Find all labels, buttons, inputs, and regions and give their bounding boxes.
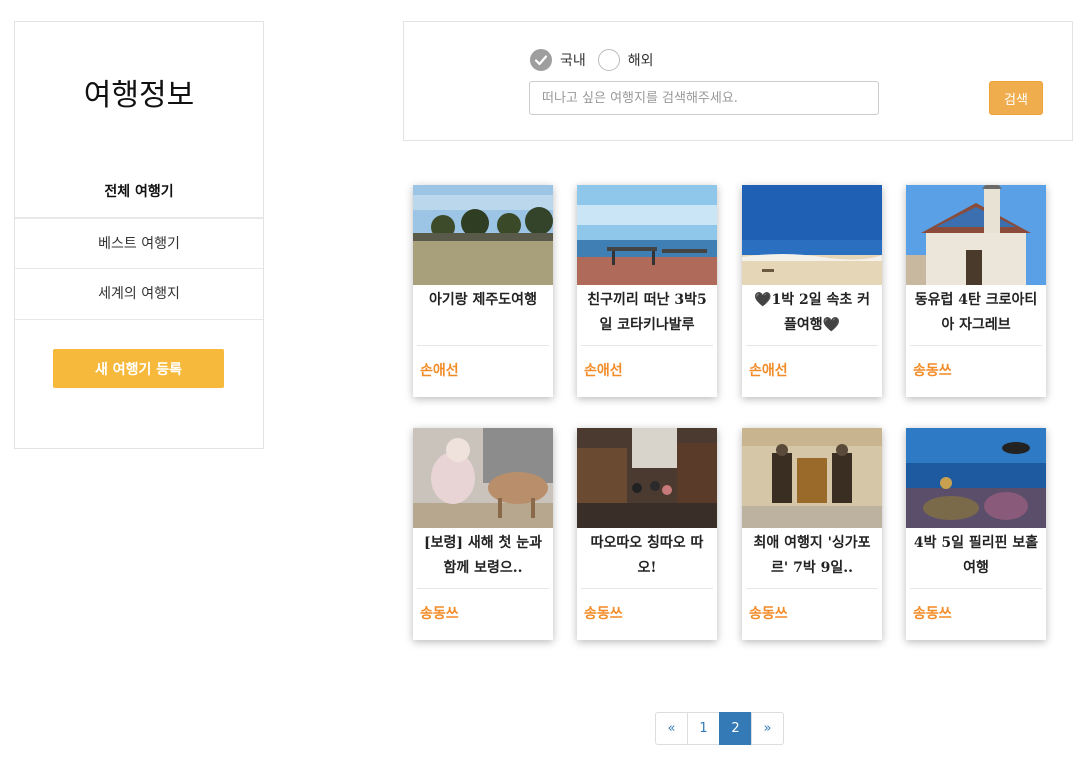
search-panel: 국내 해외 검색 — [403, 21, 1073, 141]
region-radio-group: 국내 해외 — [530, 49, 666, 71]
travelogue-card[interactable]: 동유럽 4탄 크로아티아 자그레브 송동쓰 — [906, 185, 1046, 397]
page-next-button[interactable]: » — [751, 712, 784, 745]
travelogue-card[interactable]: 따오따오 칭따오 따오! 송동쓰 — [577, 428, 717, 640]
card-title: 4박 5일 필리핀 보홀 여행 — [913, 535, 1039, 576]
travelogue-card[interactable]: 4박 5일 필리핀 보홀 여행 송동쓰 — [906, 428, 1046, 640]
card-author: 송동쓰 — [913, 606, 952, 622]
card-thumbnail-image — [577, 428, 717, 528]
card-thumbnail-image — [742, 185, 882, 285]
card-author: 송동쓰 — [420, 606, 459, 622]
card-author: 송동쓰 — [913, 363, 952, 379]
card-thumbnail-image — [413, 185, 553, 285]
travelogue-card[interactable]: 최애 여행지 '싱가포르' 7박 9일.. 송동쓰 — [742, 428, 882, 640]
card-title: 친구끼리 떠난 3박5일 코타키나발루 — [587, 292, 707, 333]
sidebar-nav: 전체 여행기 베스트 여행기 세계의 여행지 — [15, 167, 263, 320]
sidebar: 여행정보 전체 여행기 베스트 여행기 세계의 여행지 새 여행기 등록 — [14, 21, 264, 449]
page-prev-button[interactable]: « — [655, 712, 688, 745]
radio-overseas[interactable]: 해외 — [597, 49, 654, 71]
sidebar-title: 여행정보 — [83, 78, 195, 113]
radio-domestic[interactable]: 국내 — [530, 49, 586, 71]
radio-domestic-label: 국내 — [560, 53, 586, 69]
card-title: 최애 여행지 '싱가포르' 7박 9일.. — [753, 535, 871, 576]
card-author: 송동쓰 — [584, 606, 623, 622]
page-1-button[interactable]: 1 — [687, 712, 720, 745]
radio-empty-icon — [597, 49, 620, 71]
card-thumbnail-image — [742, 428, 882, 528]
page-2-button[interactable]: 2 — [719, 712, 752, 745]
travelogue-card[interactable]: [보령] 새해 첫 눈과 함께 보령으.. 송동쓰 — [413, 428, 553, 640]
card-title: [보령] 새해 첫 눈과 함께 보령으.. — [423, 535, 543, 576]
check-icon — [530, 49, 552, 71]
card-author: 손애선 — [420, 363, 459, 379]
nav-item-all-travelogues[interactable]: 전체 여행기 — [15, 167, 263, 218]
card-title: 따오따오 칭따오 따오! — [590, 535, 704, 576]
card-title: 아기랑 제주도여행 — [429, 292, 537, 308]
search-button[interactable]: 검색 — [989, 81, 1043, 115]
travelogue-card[interactable]: 🖤1박 2일 속초 커플여행🖤 손애선 — [742, 185, 882, 397]
card-author: 송동쓰 — [749, 606, 788, 622]
travelogue-card[interactable]: 아기랑 제주도여행 손애선 — [413, 185, 553, 397]
card-title: 🖤1박 2일 속초 커플여행🖤 — [754, 292, 870, 333]
card-thumbnail-image — [577, 185, 717, 285]
new-travelogue-button[interactable]: 새 여행기 등록 — [53, 349, 224, 388]
travelogue-card[interactable]: 친구끼리 떠난 3박5일 코타키나발루 손애선 — [577, 185, 717, 397]
card-author: 손애선 — [584, 363, 623, 379]
card-thumbnail-image — [413, 428, 553, 528]
card-title: 동유럽 4탄 크로아티아 자그레브 — [914, 292, 1038, 333]
nav-item-world-destinations[interactable]: 세계의 여행지 — [15, 269, 263, 320]
nav-item-best-travelogues[interactable]: 베스트 여행기 — [15, 218, 263, 269]
search-input[interactable] — [529, 81, 879, 115]
card-thumbnail-image — [906, 185, 1046, 285]
radio-overseas-label: 해외 — [627, 53, 654, 69]
card-author: 손애선 — [749, 363, 788, 379]
pagination: « 1 2 » — [655, 712, 784, 745]
card-thumbnail-image — [906, 428, 1046, 528]
